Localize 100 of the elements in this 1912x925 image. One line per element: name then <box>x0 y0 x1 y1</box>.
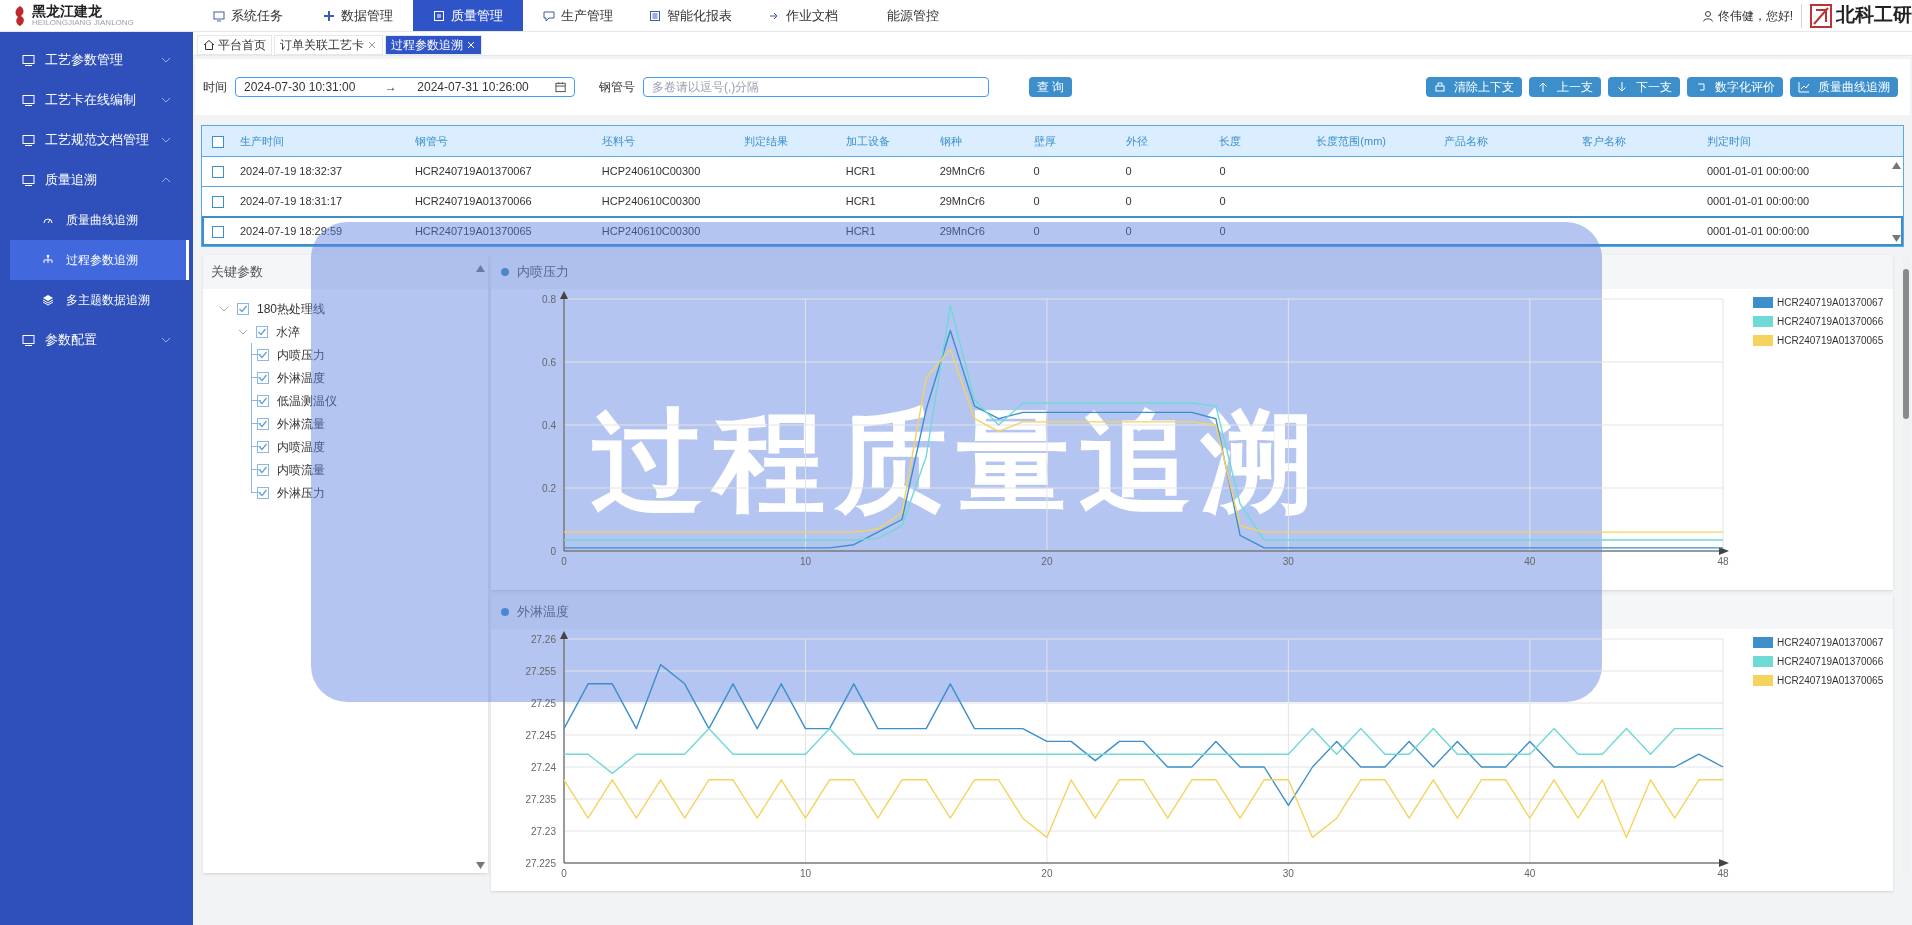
tree-item[interactable]: 水淬 <box>276 322 300 341</box>
tick-label: 27.23 <box>530 826 556 837</box>
tick-label: 0 <box>561 868 567 879</box>
column-header: 判定时间 <box>1703 126 1903 156</box>
table-row[interactable]: 2024-07-19 18:29:59 HCR240719A01370065 HCP240610C00300 HCR1 29MnCr6 0 0 0 0001-01-01 00:00:00 <box>202 216 1903 246</box>
panel-title: 关键参数 <box>211 263 263 282</box>
scrollbar-thumb[interactable] <box>1903 269 1909 419</box>
nav-item[interactable]: 能源管控 <box>858 0 968 31</box>
bullet-icon <box>501 268 509 276</box>
tab[interactable]: 过程参数追溯 <box>385 35 482 55</box>
nav-item[interactable]: 生产管理 <box>523 0 633 31</box>
sidebar-item[interactable]: 工艺卡在线编制 <box>0 80 193 120</box>
eraser-icon <box>1434 81 1446 93</box>
user-icon <box>1701 9 1714 22</box>
checkbox[interactable] <box>237 302 249 315</box>
sidebar-item[interactable]: 工艺参数管理 <box>0 40 193 80</box>
monitor-icon <box>22 333 35 347</box>
legend-label[interactable]: HCR240719A01370065 <box>1777 333 1884 348</box>
monitor-icon <box>213 9 225 22</box>
table-cell: 2024-07-19 18:32:37 <box>240 164 343 177</box>
table-cell: 0001-01-01 00:00:00 <box>1707 224 1810 237</box>
sidebar-subitem[interactable]: 质量曲线追溯 <box>10 200 189 240</box>
sidebar-item[interactable]: 质量追溯 <box>0 160 193 200</box>
tick-label: 27.24 <box>530 762 556 773</box>
checkbox[interactable] <box>257 394 269 407</box>
column-header: 长度 <box>1215 126 1313 156</box>
table-cell: 0 <box>1033 195 1040 207</box>
scroll-down-icon[interactable] <box>476 862 485 869</box>
tree-item[interactable]: 外淋温度 <box>277 368 325 387</box>
column-header: 钢管号 <box>410 126 598 156</box>
tick-label: 0.4 <box>542 420 556 431</box>
arrow-down-icon <box>1616 81 1628 93</box>
legend-label[interactable]: HCR240719A01370067 <box>1777 635 1884 650</box>
nav-item[interactable]: 智能化报表 <box>633 0 748 31</box>
user-greeting[interactable]: 佟伟健，您好! <box>1717 6 1793 25</box>
tree-item[interactable]: 外淋压力 <box>277 483 325 502</box>
calendar-icon <box>554 81 566 93</box>
tick-label: 48 <box>1717 868 1729 879</box>
tree-item[interactable]: 内喷压力 <box>277 345 325 364</box>
date-range-field[interactable]: 2024-07-30 10:31:00 → 2024-07-31 10:26:00 <box>235 77 575 97</box>
table-cell: 2024-07-19 18:31:17 <box>240 195 343 207</box>
legend-label[interactable]: HCR240719A01370066 <box>1777 314 1884 329</box>
nav-item[interactable]: 质量管理 <box>413 0 523 31</box>
table-row[interactable]: 2024-07-19 18:32:37 HCR240719A01370067 HCP240610C00300 HCR1 29MnCr6 0 0 0 0001-01-01 00:00:00 <box>202 156 1903 186</box>
tick-label: 30 <box>1282 868 1294 879</box>
sidebar-subitem[interactable]: 过程参数追溯 <box>10 240 189 280</box>
sidebar-item[interactable]: 工艺规范文档管理 <box>0 120 193 160</box>
bullet-icon <box>501 608 509 616</box>
checkbox[interactable] <box>212 225 224 238</box>
action-button[interactable]: 清除上下支 <box>1426 77 1522 97</box>
query-button[interactable]: 查 询 <box>1029 77 1073 97</box>
legend-label[interactable]: HCR240719A01370065 <box>1777 673 1884 688</box>
line-chart-icon <box>1798 81 1810 93</box>
tick-label: 0.2 <box>542 483 556 494</box>
scroll-up-icon[interactable] <box>1892 162 1901 169</box>
tree-item[interactable]: 180热处理线 <box>257 299 326 318</box>
checkbox[interactable] <box>257 486 269 499</box>
brand-text: 北科工研 <box>1836 3 1912 28</box>
tree-item[interactable]: 低温测温仪 <box>277 391 337 410</box>
pipe-number-field[interactable]: 多卷请以逗号(,)分隔 <box>643 77 989 97</box>
nav-item[interactable]: 作业文档 <box>748 0 858 31</box>
scroll-up-icon[interactable] <box>476 265 485 272</box>
checkbox[interactable] <box>257 417 269 430</box>
tick-label: 0 <box>561 556 567 567</box>
check-icon <box>258 441 268 452</box>
sidebar-item[interactable]: 参数配置 <box>0 320 193 360</box>
checkbox[interactable] <box>212 165 224 178</box>
legend-label[interactable]: HCR240719A01370066 <box>1777 654 1884 669</box>
checkbox[interactable] <box>257 348 269 361</box>
home-icon <box>203 39 215 51</box>
tick-label: 27.225 <box>525 858 556 869</box>
action-button[interactable]: 质量曲线追溯 <box>1790 77 1898 97</box>
action-button[interactable]: 上一支 <box>1529 77 1601 97</box>
legend-label[interactable]: HCR240719A01370067 <box>1777 295 1884 310</box>
nav-item[interactable]: 数据管理 <box>303 0 413 31</box>
tab[interactable]: 平台首页 <box>197 35 272 55</box>
monitor-icon <box>22 133 35 147</box>
tick-label: 20 <box>1041 556 1053 567</box>
table-row[interactable]: 2024-07-19 18:31:17 HCR240719A01370066 HCP240610C00300 HCR1 29MnCr6 0 0 0 0001-01-01 00:00:00 <box>202 186 1903 216</box>
tree-item[interactable]: 内喷流量 <box>277 460 325 479</box>
checkbox[interactable] <box>212 135 224 148</box>
document-icon <box>433 9 445 22</box>
column-header: 壁厚 <box>1029 126 1122 156</box>
check-icon <box>258 418 268 429</box>
nav-item[interactable]: 系统任务 <box>193 0 303 31</box>
monitor-icon <box>22 173 35 187</box>
checkbox[interactable] <box>212 196 224 209</box>
tab[interactable]: 订单关联工艺卡 <box>274 35 383 55</box>
action-button[interactable]: 下一支 <box>1608 77 1680 97</box>
checkbox[interactable] <box>257 440 269 453</box>
checkbox[interactable] <box>257 371 269 384</box>
checkbox[interactable] <box>256 325 268 338</box>
tree-item[interactable]: 内喷温度 <box>277 437 325 456</box>
tree-item[interactable]: 外淋流量 <box>277 414 325 433</box>
column-header: 坯料号 <box>597 126 740 156</box>
scrollbar[interactable] <box>1902 255 1910 873</box>
sidebar-subitem[interactable]: 多主题数据追溯 <box>10 280 189 320</box>
action-button[interactable]: 数字化评价 <box>1687 77 1783 97</box>
checkbox[interactable] <box>257 463 269 476</box>
scroll-down-icon[interactable] <box>1892 235 1901 242</box>
